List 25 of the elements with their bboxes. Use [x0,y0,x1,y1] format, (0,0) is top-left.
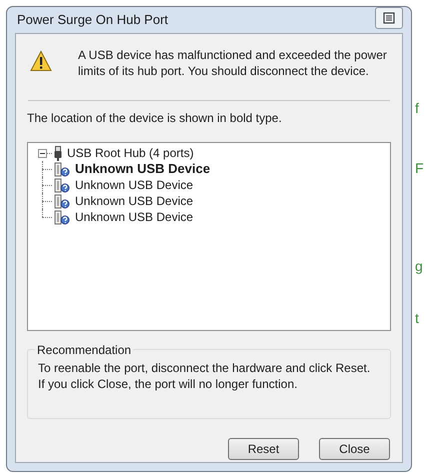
unknown-device-icon [54,210,70,224]
background-text: g [415,258,423,274]
warning-icon [30,50,52,72]
unknown-device-icon [54,178,70,192]
menu-button[interactable] [375,7,403,29]
tree-item[interactable]: Unknown USB Device [75,176,194,194]
tree-item[interactable]: Unknown USB Device [75,192,194,210]
background-text: t [415,310,419,326]
recommendation-text: To reenable the port, disconnect the hardware and click Reset. If you click Close, the port will no longer function. [37,360,372,392]
background-text: F [415,160,424,176]
dialog-button[interactable]: Close [319,438,390,460]
location-note: The location of the device is shown in bold type. [27,110,283,127]
window-title: Power Surge On Hub Port [16,11,168,30]
window-icon [383,12,395,24]
message-text: A USB device has malfunctioned and exceeded the power limits of its hub port. You should disconnect the device. [78,47,388,79]
collapse-toggle[interactable] [38,148,47,158]
dialog-button[interactable]: Reset [228,438,299,460]
background-text: f [415,100,419,116]
usb-plug-icon [54,146,62,160]
tree-item[interactable]: Unknown USB Device [75,159,210,179]
tree-item[interactable]: Unknown USB Device [75,208,194,226]
device-tree[interactable]: USB Root Hub (4 ports) Unknown USB Device Unknown USB Device Unknown USB Device Unknown USB Device [27,142,391,331]
tree-item[interactable]: USB Root Hub (4 ports) [67,144,194,162]
unknown-device-icon [54,162,70,176]
unknown-device-icon [54,194,70,208]
